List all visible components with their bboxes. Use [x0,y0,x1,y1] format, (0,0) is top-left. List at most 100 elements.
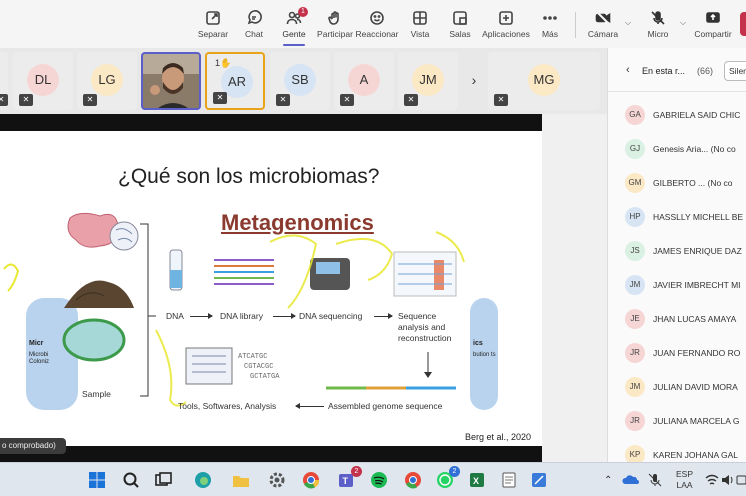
participant-row[interactable]: HP HASSLLY MICHELL BE [608,200,746,234]
participant-strip: ✕ DL ✕ LG ✕ 1✋ AR ✕ SB ✕ A ✕ JM ✕ › MG ✕ [0,48,607,114]
avatar: JR [625,411,645,431]
avatar: JM [412,64,444,96]
show-hidden-icons-chevron-icon[interactable]: ⌃ [604,475,612,486]
participant-name: JULIANA MARCELA G [653,416,740,426]
avatar: GA [625,105,645,125]
salas-button[interactable]: Salas [437,10,483,39]
sequencer-illustration [310,258,350,290]
presenter-caption: o comprobado) [0,438,66,454]
participant-tile-ar[interactable]: 1✋ AR ✕ [205,52,265,110]
computer-analysis-illustration [185,347,233,385]
gente-label: Gente [282,29,306,39]
excel-icon[interactable]: X [466,469,488,491]
mute-all-button[interactable]: Silen [724,61,746,81]
svg-text:X: X [473,476,479,486]
svg-text:CGTACGC: CGTACGC [244,363,273,371]
avatar: GJ [625,139,645,159]
share-screen-icon [690,10,736,26]
participant-tile-a[interactable]: A ✕ [334,52,394,110]
mas-label: Más [541,29,559,39]
participant-name: Genesis Aria... (No co [653,144,736,154]
participant-tile-lg[interactable]: LG ✕ [77,52,137,110]
mic-options-chevron-icon[interactable]: ⌵ [680,18,688,27]
separar-button[interactable]: Separar [190,10,236,39]
participant-row[interactable]: GJ Genesis Aria... (No co [608,132,746,166]
participant-row[interactable]: GM GILBERTO ... (No co [608,166,746,200]
participant-row[interactable]: JR JULIANA MARCELA G [608,404,746,438]
sequence-analysis-label: Sequence analysis and reconstruction [398,311,452,343]
camera-label: Cámara [587,29,619,39]
edge-icon[interactable] [192,469,214,491]
reaccionar-button[interactable]: Reaccionar [354,10,400,39]
participant-row[interactable]: JE JHAN LUCAS AMAYA [608,302,746,336]
whatsapp-badge: 2 [449,466,460,477]
sample-label: Sample [82,389,111,399]
left-info-heading: Micr [29,340,44,347]
dna-library-label: DNA library [220,311,263,321]
participant-tile-partial[interactable]: ✕ [0,52,8,110]
people-icon [271,10,317,26]
volume-icon[interactable] [720,472,736,488]
aplicaciones-label: Aplicaciones [482,29,530,39]
participant-row[interactable]: JR JUAN FERNANDO RO [608,336,746,370]
spotify-icon[interactable] [368,469,390,491]
participant-row[interactable]: JS JAMES ENRIQUE DAZ [608,234,746,268]
dna-sequencing-label: DNA sequencing [299,311,363,321]
participant-tile-jm[interactable]: JM ✕ [398,52,458,110]
participant-tile-video[interactable] [141,52,201,110]
participant-row[interactable]: JM JAVIER IMBRECHT MI [608,268,746,302]
chrome-icon[interactable] [300,469,322,491]
participant-video-feed [143,54,199,108]
participant-tile-sb[interactable]: SB ✕ [270,52,330,110]
teams-icon[interactable]: T2 [336,466,362,491]
right-info-text: bution ts [473,352,496,358]
muted-mic-icon: ✕ [213,92,227,104]
search-icon[interactable] [120,469,142,491]
settings-icon[interactable] [266,469,288,491]
leave-button[interactable] [740,12,746,36]
start-icon[interactable] [86,469,108,491]
participants-panel-header: ‹ En esta r... (66) Silen [608,48,746,92]
file-explorer-icon[interactable] [230,469,252,491]
avatar: JM [625,275,645,295]
participant-row[interactable]: JM JULIAN DAVID MORA [608,370,746,404]
separar-label: Separar [197,29,229,39]
chrome-icon[interactable] [402,469,424,491]
mic-button[interactable]: Micro [635,10,681,39]
participant-row[interactable]: GA GABRIELA SAID CHIC [608,98,746,132]
camera-button[interactable]: Cámara [580,10,626,39]
back-chevron-icon[interactable]: ‹ [626,64,630,76]
avatar: SB [284,64,316,96]
flow-arrow [296,406,324,407]
reaccionar-label: Reaccionar [355,29,399,39]
participant-name: JHAN LUCAS AMAYA [653,314,737,324]
battery-icon[interactable] [736,472,746,488]
participar-button[interactable]: Participar [312,10,358,39]
camera-options-chevron-icon[interactable]: ⌵ [625,18,633,27]
avatar: LG [91,64,123,96]
gente-button[interactable]: 1 Gente [271,7,317,46]
task-view-icon[interactable] [152,469,174,491]
svg-text:ATCATGC: ATCATGC [238,353,267,361]
participant-name: JAVIER IMBRECHT MI [653,280,741,290]
participant-name: JULIAN DAVID MORA [653,382,738,392]
aplicaciones-button[interactable]: Aplicaciones [481,10,531,39]
input-language[interactable]: ESP LAA [676,469,693,491]
whatsapp-icon[interactable]: 2 [434,466,460,491]
participant-tile-mg[interactable]: MG ✕ [488,52,600,110]
snipping-tool-icon[interactable] [528,469,550,491]
mas-button[interactable]: Más [527,10,573,39]
next-participants-chevron-icon[interactable]: › [466,72,482,92]
svg-text:GCTATGA: GCTATGA [250,373,280,381]
share-button[interactable]: Compartir [690,10,736,39]
onedrive-icon[interactable] [622,471,640,489]
notepad-icon[interactable] [498,469,520,491]
more-icon [527,10,573,26]
sequence-analysis-illustration [393,251,457,297]
mic-muted-tray-icon[interactable] [646,471,664,489]
wifi-icon[interactable] [704,472,720,488]
muted-mic-icon: ✕ [0,94,8,106]
apps-icon [481,10,531,26]
participant-tile-dl[interactable]: DL ✕ [13,52,73,110]
left-info-text: Microbi Coloniz [29,352,50,365]
